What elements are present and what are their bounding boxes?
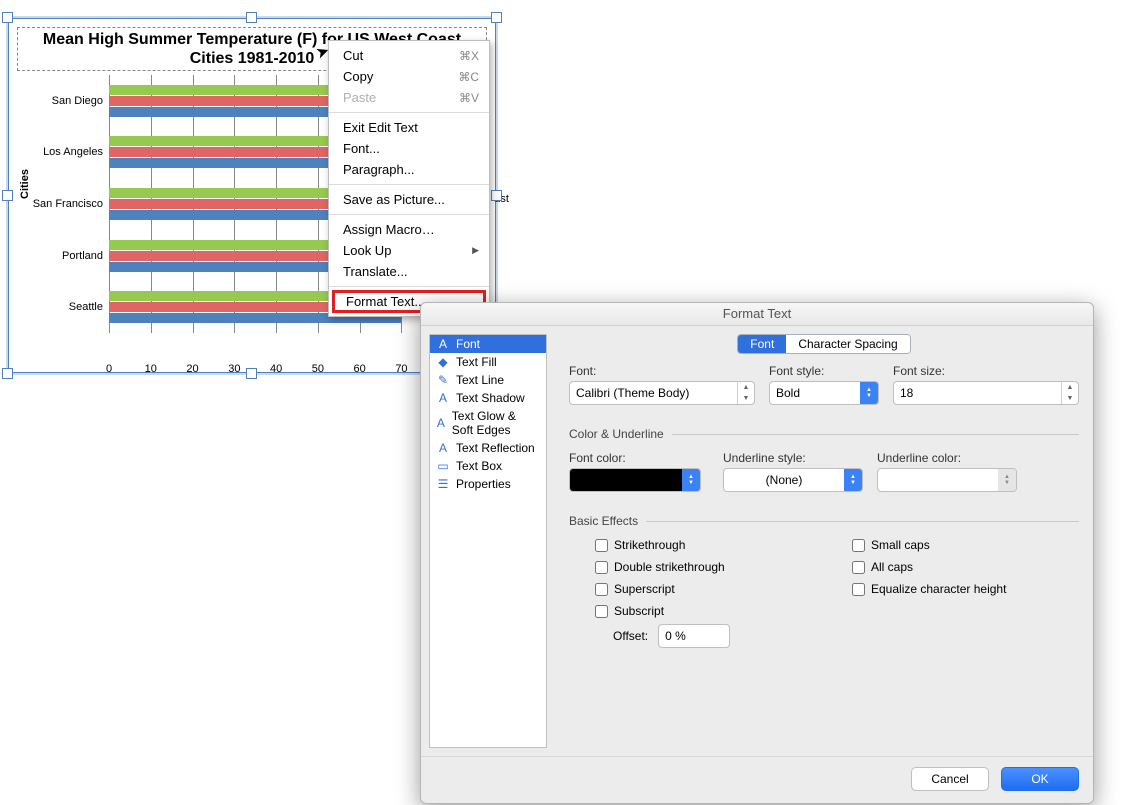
x-tick-label: 30: [228, 363, 240, 375]
sidebar-item-text-box[interactable]: ▭Text Box: [430, 457, 546, 475]
x-tick-label: 60: [354, 363, 366, 375]
chevron-updown-icon: ▲▼: [998, 469, 1016, 491]
menu-font[interactable]: Font...: [329, 138, 489, 159]
resize-handle[interactable]: [246, 368, 257, 379]
menu-look-up[interactable]: Look Up: [329, 240, 489, 261]
chevron-updown-icon: ▲▼: [844, 469, 862, 491]
resize-handle[interactable]: [2, 368, 13, 379]
sidebar-item-text-fill[interactable]: ◆Text Fill: [430, 353, 546, 371]
shadow-icon: A: [436, 391, 450, 405]
checkbox-superscript[interactable]: Superscript: [595, 582, 822, 596]
label-font-size: Font size:: [893, 364, 1079, 378]
resize-handle[interactable]: [491, 12, 502, 23]
x-tick-label: 50: [312, 363, 324, 375]
font-name-combo[interactable]: ▲▼: [569, 381, 755, 405]
section-color-underline: Color & Underline: [569, 427, 1079, 441]
checkbox-double-strikethrough[interactable]: Double strikethrough: [595, 560, 822, 574]
label-offset: Offset:: [613, 629, 648, 643]
sidebar-item-font[interactable]: AFont: [430, 335, 546, 353]
context-menu: Cut⌘X Copy⌘C Paste⌘V Exit Edit Text Font…: [328, 40, 490, 317]
sidebar-item-text-line[interactable]: ✎Text Line: [430, 371, 546, 389]
x-tick-label: 40: [270, 363, 282, 375]
checkbox-equalize-height[interactable]: Equalize character height: [852, 582, 1079, 596]
checkbox-small-caps[interactable]: Small caps: [852, 538, 1079, 552]
category-label: San Francisco: [33, 198, 103, 210]
line-icon: ✎: [436, 373, 450, 387]
font-size-combo[interactable]: ▲▼: [893, 381, 1079, 405]
menu-paragraph[interactable]: Paragraph...: [329, 159, 489, 180]
cancel-button[interactable]: Cancel: [911, 767, 989, 791]
y-axis-label: Cities: [15, 19, 35, 348]
menu-paste: Paste⌘V: [329, 87, 489, 108]
label-font-style: Font style:: [769, 364, 879, 378]
label-underline-style: Underline style:: [723, 451, 863, 465]
sidebar-item-text-glow[interactable]: AText Glow & Soft Edges: [430, 407, 546, 439]
section-basic-effects: Basic Effects: [569, 514, 1079, 528]
x-tick-label: 0: [106, 363, 112, 375]
checkbox-all-caps[interactable]: All caps: [852, 560, 1079, 574]
category-label: San Diego: [52, 95, 103, 107]
dialog-title: Format Text: [421, 303, 1093, 326]
chevron-updown-icon: ▲▼: [860, 382, 878, 404]
fill-icon: ◆: [436, 355, 450, 369]
offset-input-combo[interactable]: ▲▼: [658, 624, 730, 648]
font-name-input[interactable]: [570, 382, 737, 404]
ok-button[interactable]: OK: [1001, 767, 1079, 791]
font-name-stepper[interactable]: ▲▼: [737, 382, 754, 404]
reflection-icon: A: [436, 441, 450, 455]
glow-icon: A: [436, 416, 446, 430]
offset-input[interactable]: [659, 625, 730, 647]
underline-style-select[interactable]: (None) ▲▼: [723, 468, 863, 492]
chevron-updown-icon: ▲▼: [682, 469, 700, 491]
tab-character-spacing[interactable]: Character Spacing: [786, 335, 909, 353]
underline-color-select[interactable]: ▲▼: [877, 468, 1017, 492]
category-label: Los Angeles: [43, 146, 103, 158]
sidebar-item-text-shadow[interactable]: AText Shadow: [430, 389, 546, 407]
x-tick-label: 10: [145, 363, 157, 375]
format-text-dialog: Format Text AFont ◆Text Fill ✎Text Line …: [420, 302, 1094, 804]
checkbox-strikethrough[interactable]: Strikethrough: [595, 538, 822, 552]
properties-icon: ☰: [436, 477, 450, 491]
menu-copy[interactable]: Copy⌘C: [329, 66, 489, 87]
tab-font[interactable]: Font: [738, 335, 786, 353]
sidebar-item-properties[interactable]: ☰Properties: [430, 475, 546, 493]
x-tick-label: 20: [186, 363, 198, 375]
resize-handle[interactable]: [2, 190, 13, 201]
label-font: Font:: [569, 364, 755, 378]
font-color-picker[interactable]: ▲▼: [569, 468, 701, 492]
dialog-sidebar: AFont ◆Text Fill ✎Text Line AText Shadow…: [429, 334, 547, 748]
resize-handle[interactable]: [2, 12, 13, 23]
menu-translate[interactable]: Translate...: [329, 261, 489, 282]
label-underline-color: Underline color:: [877, 451, 1017, 465]
resize-handle[interactable]: [246, 12, 257, 23]
label-font-color: Font color:: [569, 451, 709, 465]
category-label: Seattle: [69, 301, 103, 313]
font-size-stepper[interactable]: ▲▼: [1061, 382, 1078, 404]
dialog-tabs: Font Character Spacing: [737, 334, 910, 354]
resize-handle[interactable]: [491, 190, 502, 201]
menu-cut[interactable]: Cut⌘X: [329, 45, 489, 66]
font-style-select[interactable]: Bold ▲▼: [769, 381, 879, 405]
category-label: Portland: [62, 250, 103, 262]
menu-exit-edit-text[interactable]: Exit Edit Text: [329, 117, 489, 138]
menu-save-as-picture[interactable]: Save as Picture...: [329, 189, 489, 210]
x-tick-label: 70: [395, 363, 407, 375]
sidebar-item-text-reflection[interactable]: AText Reflection: [430, 439, 546, 457]
checkbox-subscript[interactable]: Subscript: [595, 604, 822, 618]
menu-assign-macro[interactable]: Assign Macro…: [329, 219, 489, 240]
color-swatch-icon: [570, 469, 682, 491]
font-icon: A: [436, 337, 450, 351]
font-size-input[interactable]: [894, 382, 1061, 404]
textbox-icon: ▭: [436, 459, 450, 473]
